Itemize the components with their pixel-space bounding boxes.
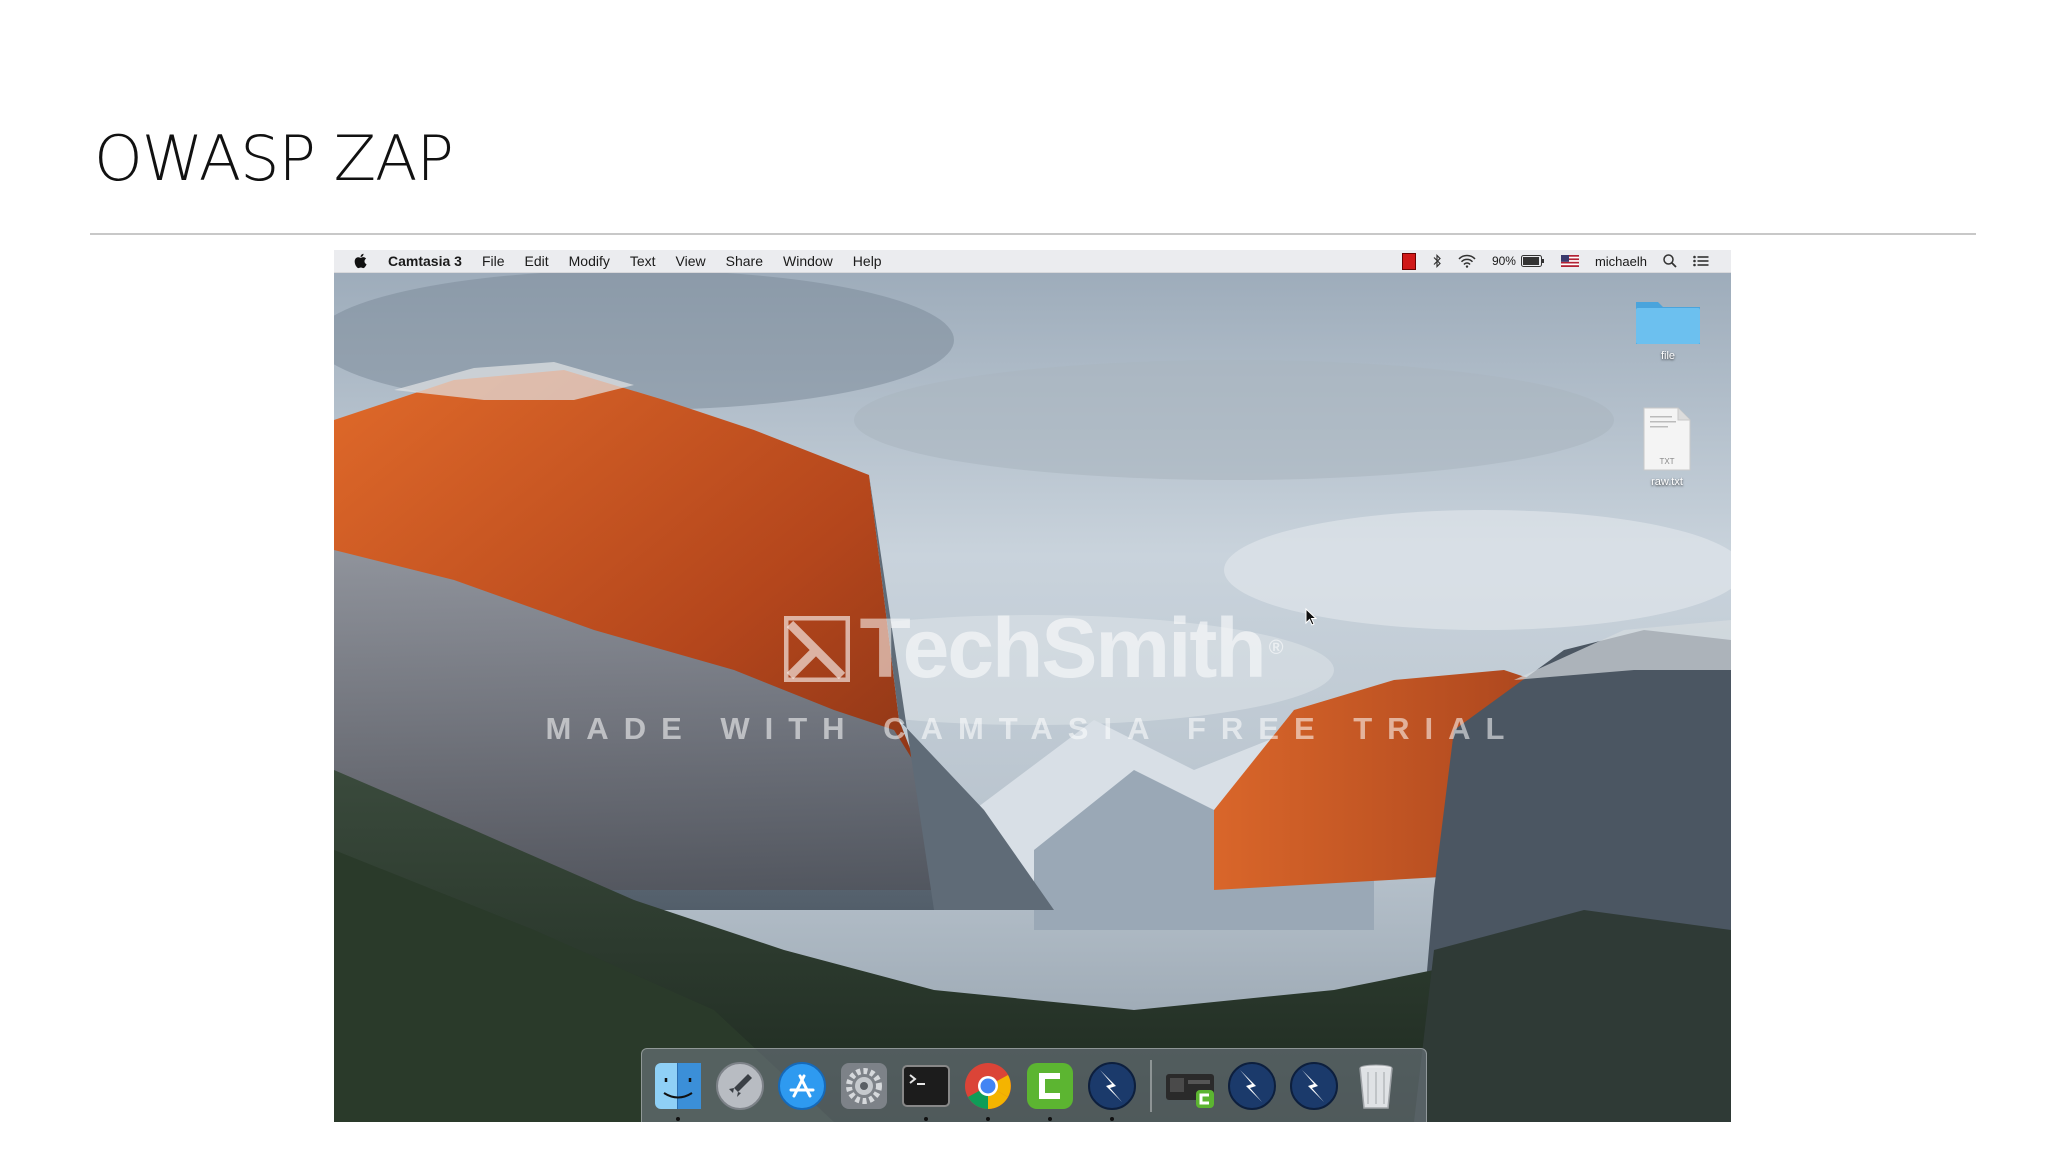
bluetooth-icon <box>1433 254 1441 268</box>
wifi-status[interactable] <box>1458 254 1476 268</box>
desktop-icon-label: file <box>1660 350 1676 362</box>
menu-text[interactable]: Text <box>630 253 656 269</box>
dock-separator <box>1150 1059 1152 1112</box>
menu-share[interactable]: Share <box>726 253 763 269</box>
zap-lightning-icon <box>1290 1061 1338 1110</box>
file-type-badge: TXT <box>1659 457 1675 466</box>
dock-launchpad[interactable] <box>714 1060 766 1112</box>
battery-percentage: 90% <box>1491 254 1516 268</box>
running-indicator <box>676 1116 680 1121</box>
menu-file[interactable]: File <box>482 253 505 269</box>
dock-finder[interactable] <box>652 1060 704 1121</box>
terminal-icon <box>902 1064 950 1107</box>
dock-owasp-zap-3[interactable] <box>1288 1060 1340 1112</box>
trash-icon <box>1359 1064 1393 1109</box>
menu-window[interactable]: Window <box>783 253 833 269</box>
zap-lightning-icon <box>1228 1061 1276 1110</box>
dock <box>641 1048 1427 1122</box>
launchpad-rocket-icon <box>716 1061 764 1110</box>
dock-system-preferences[interactable] <box>838 1060 890 1112</box>
zap-lightning-icon <box>1088 1061 1136 1110</box>
record-icon <box>1401 252 1416 270</box>
mouse-cursor-icon <box>1305 608 1317 626</box>
status-menus: 90% michaelh <box>1386 252 1709 270</box>
menu-app-name[interactable]: Camtasia 3 <box>388 253 462 269</box>
finder-icon <box>655 1062 701 1109</box>
desktop-screenshot: Camtasia 3 File Edit Modify Text View Sh… <box>334 250 1731 1122</box>
menu-bar: Camtasia 3 File Edit Modify Text View Sh… <box>334 250 1731 273</box>
desktop-folder-file[interactable]: file <box>1634 294 1702 362</box>
recording-status[interactable] <box>1401 252 1416 270</box>
running-indicator <box>1110 1116 1114 1121</box>
dock-trash[interactable] <box>1350 1060 1402 1112</box>
user-name[interactable]: michaelh <box>1595 254 1647 269</box>
dock-owasp-zap[interactable] <box>1086 1060 1138 1121</box>
battery-status[interactable]: 90% <box>1492 254 1545 268</box>
camtasia-icon <box>1027 1062 1073 1109</box>
bluetooth-status[interactable] <box>1432 254 1442 268</box>
dock-terminal[interactable] <box>900 1060 952 1121</box>
search-icon <box>1663 254 1677 268</box>
notification-center-button[interactable] <box>1693 255 1709 267</box>
folder-icon <box>1636 302 1700 344</box>
app-store-icon <box>778 1061 826 1110</box>
menu-view[interactable]: View <box>676 253 706 269</box>
chrome-icon <box>965 1062 1011 1109</box>
dock-app-store[interactable] <box>776 1060 828 1112</box>
dock-chrome[interactable] <box>962 1060 1014 1121</box>
running-indicator <box>986 1116 990 1121</box>
battery-icon <box>1520 255 1544 267</box>
us-flag-icon <box>1560 255 1579 267</box>
running-indicator <box>924 1116 928 1121</box>
menu-modify[interactable]: Modify <box>569 253 610 269</box>
el-capitan-wallpaper <box>334 250 1731 1122</box>
dock-camtasia-recorder[interactable] <box>1164 1060 1216 1112</box>
desktop-icon-label: raw.txt <box>1651 476 1683 488</box>
slide-title: OWASP ZAP <box>94 122 454 195</box>
dock-camtasia[interactable] <box>1024 1060 1076 1121</box>
list-icon <box>1693 255 1709 267</box>
spotlight-button[interactable] <box>1663 254 1677 268</box>
wifi-icon <box>1458 254 1476 268</box>
menu-edit[interactable]: Edit <box>525 253 549 269</box>
input-source-status[interactable] <box>1560 255 1579 267</box>
gear-icon <box>841 1062 887 1109</box>
apple-icon[interactable] <box>354 252 370 270</box>
running-indicator <box>1048 1116 1052 1121</box>
dock-owasp-zap-2[interactable] <box>1226 1060 1278 1112</box>
camtasia-recorder-icon <box>1166 1073 1214 1108</box>
menu-help[interactable]: Help <box>853 253 882 269</box>
desktop-file-raw-txt[interactable]: TXT raw.txt <box>1640 406 1694 488</box>
title-divider <box>90 233 1976 235</box>
